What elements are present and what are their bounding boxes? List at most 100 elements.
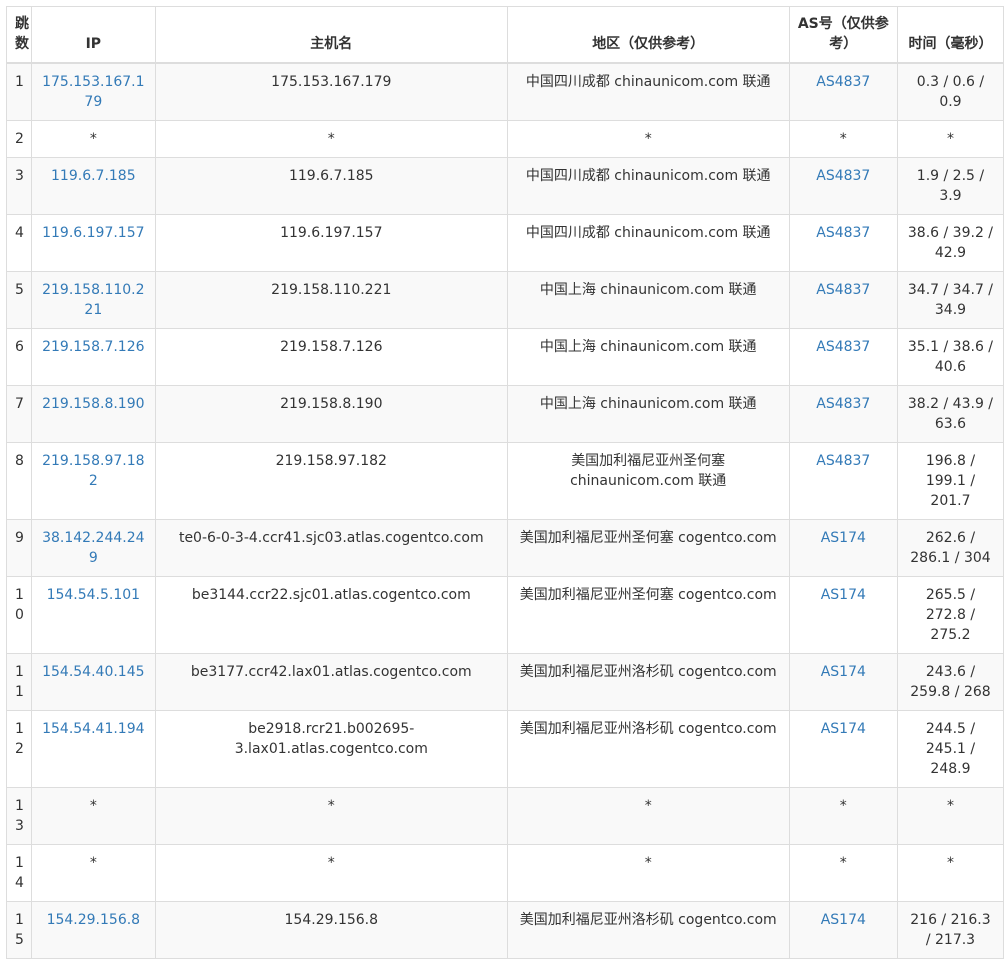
ip-cell-link[interactable]: 219.158.7.126 (42, 339, 144, 355)
as-cell: AS4837 (788, 270, 898, 329)
as-cell: AS174 (788, 900, 898, 959)
location-cell: * (506, 786, 790, 845)
table-row: 12 154.54.41.194 be2918.rcr21.b002695-3.la… (6, 709, 1005, 788)
as-cell: * (788, 119, 898, 158)
time-cell: * (896, 843, 1005, 902)
location-cell: 美国加利福尼亚州洛杉矶 cogentco.com (506, 709, 790, 788)
time-cell: 196.8 / 199.1 / 201.7 (896, 441, 1005, 520)
location-cell: 中国上海 chinaunicom.com 联通 (506, 384, 790, 443)
as-cell-link[interactable]: AS174 (821, 587, 866, 603)
table-row: 2 * * * * * (6, 119, 1005, 158)
header-time: 时间（毫秒） (896, 6, 1005, 64)
header-as: AS号（仅供参考） (788, 6, 898, 64)
header-location: 地区（仅供参考） (506, 6, 790, 64)
as-cell: AS4837 (788, 384, 898, 443)
as-cell-link[interactable]: AS174 (821, 912, 866, 928)
hostname-cell: 119.6.197.157 (154, 213, 508, 272)
time-cell: * (896, 786, 1005, 845)
ip-cell: * (30, 786, 156, 845)
hostname-cell: 119.6.7.185 (154, 156, 508, 215)
ip-cell: 219.158.110.221 (30, 270, 156, 329)
ip-cell: 119.6.197.157 (30, 213, 156, 272)
hostname-cell: be2918.rcr21.b002695-3.lax01.atlas.cogen… (154, 709, 508, 788)
ip-cell-link[interactable]: 119.6.7.185 (51, 168, 136, 184)
table-row: 1 175.153.167.179 175.153.167.179 中国四川成都 ch… (6, 62, 1005, 121)
time-cell: 38.6 / 39.2 / 42.9 (896, 213, 1005, 272)
ip-cell: 38.142.244.249 (30, 518, 156, 577)
as-cell: AS174 (788, 518, 898, 577)
ip-cell-link[interactable]: 154.54.5.101 (47, 587, 141, 603)
as-cell-link[interactable]: AS4837 (816, 453, 870, 469)
hostname-cell: 219.158.97.182 (154, 441, 508, 520)
ip-cell-link[interactable]: 119.6.197.157 (42, 225, 144, 241)
as-cell-link[interactable]: AS4837 (816, 282, 870, 298)
hop-cell: 11 (6, 652, 32, 711)
header-ip: IP (30, 6, 156, 64)
ip-cell-link[interactable]: 154.54.41.194 (42, 721, 144, 737)
hop-cell: 10 (6, 575, 32, 654)
hop-cell: 15 (6, 900, 32, 959)
location-cell: 中国上海 chinaunicom.com 联通 (506, 270, 790, 329)
time-cell: 243.6 / 259.8 / 268 (896, 652, 1005, 711)
hostname-cell: 219.158.7.126 (154, 327, 508, 386)
table-row: 14 * * * * * (6, 843, 1005, 902)
as-cell-link[interactable]: AS174 (821, 530, 866, 546)
ip-cell: * (30, 843, 156, 902)
ip-cell-link[interactable]: 154.54.40.145 (42, 664, 144, 680)
traceroute-table-container: 跳数 IP 主机名 地区（仅供参考） AS号（仅供参考） 时间（毫秒） 1 175… (6, 6, 1005, 959)
as-cell: * (788, 786, 898, 845)
hop-cell: 6 (6, 327, 32, 386)
table-row: 13 * * * * * (6, 786, 1005, 845)
table-header-row: 跳数 IP 主机名 地区（仅供参考） AS号（仅供参考） 时间（毫秒） (6, 6, 1005, 64)
location-cell: * (506, 843, 790, 902)
header-hostname: 主机名 (154, 6, 508, 64)
ip-cell-link[interactable]: 154.29.156.8 (47, 912, 141, 928)
ip-cell: 154.54.40.145 (30, 652, 156, 711)
ip-cell: 154.54.5.101 (30, 575, 156, 654)
time-cell: 1.9 / 2.5 / 3.9 (896, 156, 1005, 215)
location-cell: 中国四川成都 chinaunicom.com 联通 (506, 62, 790, 121)
ip-cell: 175.153.167.179 (30, 62, 156, 121)
time-cell: 265.5 / 272.8 / 275.2 (896, 575, 1005, 654)
ip-cell: 154.29.156.8 (30, 900, 156, 959)
location-cell: 美国加利福尼亚州圣何塞 chinaunicom.com 联通 (506, 441, 790, 520)
ip-cell-link[interactable]: 175.153.167.179 (42, 74, 144, 110)
as-cell-link[interactable]: AS4837 (816, 225, 870, 241)
time-cell: 216 / 216.3 / 217.3 (896, 900, 1005, 959)
as-cell: AS4837 (788, 327, 898, 386)
location-cell: 美国加利福尼亚州圣何塞 cogentco.com (506, 575, 790, 654)
time-cell: 0.3 / 0.6 / 0.9 (896, 62, 1005, 121)
ip-cell-link[interactable]: 219.158.8.190 (42, 396, 144, 412)
location-cell: 中国四川成都 chinaunicom.com 联通 (506, 156, 790, 215)
table-row: 6 219.158.7.126 219.158.7.126 中国上海 chinauni… (6, 327, 1005, 386)
ip-cell-link[interactable]: 219.158.110.221 (42, 282, 144, 318)
hop-cell: 1 (6, 62, 32, 121)
hop-cell: 14 (6, 843, 32, 902)
as-cell-link[interactable]: AS4837 (816, 168, 870, 184)
as-cell-link[interactable]: AS4837 (816, 396, 870, 412)
location-cell: * (506, 119, 790, 158)
hop-cell: 3 (6, 156, 32, 215)
as-cell-link[interactable]: AS174 (821, 721, 866, 737)
time-cell: * (896, 119, 1005, 158)
as-cell: AS174 (788, 652, 898, 711)
table-row: 7 219.158.8.190 219.158.8.190 中国上海 chinauni… (6, 384, 1005, 443)
hop-cell: 9 (6, 518, 32, 577)
as-cell-link[interactable]: AS4837 (816, 74, 870, 90)
ip-cell-link[interactable]: 38.142.244.249 (42, 530, 144, 566)
hostname-cell: 175.153.167.179 (154, 62, 508, 121)
traceroute-table: 跳数 IP 主机名 地区（仅供参考） AS号（仅供参考） 时间（毫秒） 1 175… (6, 6, 1005, 959)
ip-cell: 154.54.41.194 (30, 709, 156, 788)
hop-cell: 4 (6, 213, 32, 272)
time-cell: 35.1 / 38.6 / 40.6 (896, 327, 1005, 386)
table-row: 9 38.142.244.249 te0-6-0-3-4.ccr41.sjc03.a… (6, 518, 1005, 577)
time-cell: 38.2 / 43.9 / 63.6 (896, 384, 1005, 443)
table-row: 4 119.6.197.157 119.6.197.157 中国四川成都 chinau… (6, 213, 1005, 272)
ip-cell-link[interactable]: 219.158.97.182 (42, 453, 144, 489)
ip-cell: 119.6.7.185 (30, 156, 156, 215)
hop-cell: 7 (6, 384, 32, 443)
location-cell: 美国加利福尼亚州洛杉矶 cogentco.com (506, 652, 790, 711)
as-cell-link[interactable]: AS4837 (816, 339, 870, 355)
as-cell-link[interactable]: AS174 (821, 664, 866, 680)
as-cell: AS174 (788, 575, 898, 654)
